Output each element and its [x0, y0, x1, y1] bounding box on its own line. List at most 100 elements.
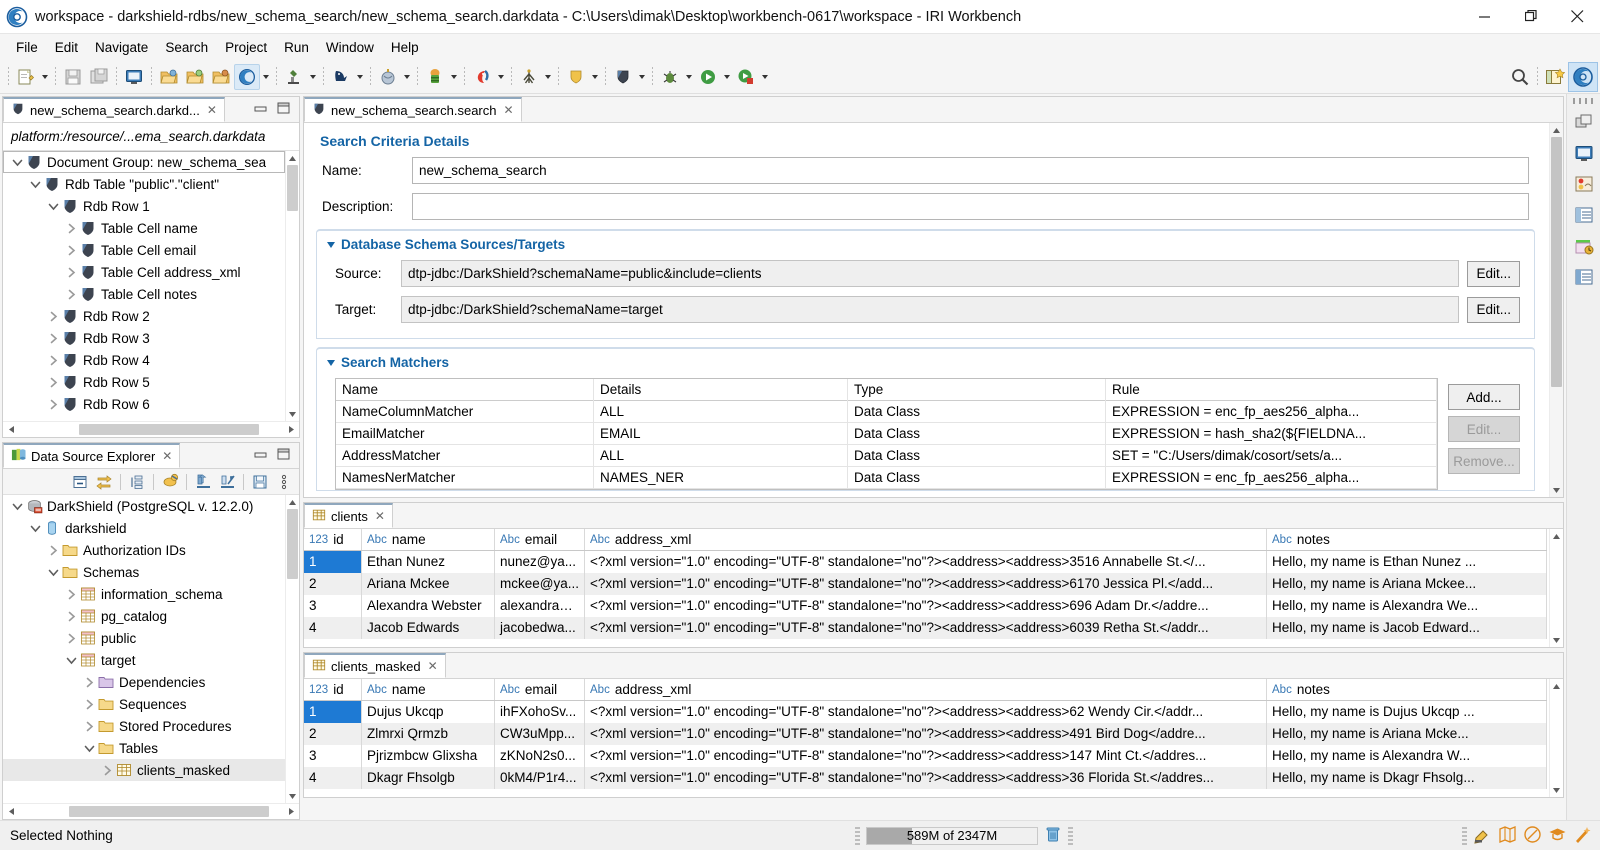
filter-icon[interactable] — [126, 471, 148, 493]
tree-item[interactable]: Table Cell address_xml — [3, 261, 285, 283]
grid-column-header[interactable]: 123id — [304, 679, 362, 700]
save-all-icon[interactable] — [86, 64, 112, 90]
drag-handle[interactable] — [855, 827, 860, 845]
tree-item[interactable]: Rdb Row 2 — [3, 305, 285, 327]
grid-cell[interactable]: Dkagr Fhsolgb — [362, 767, 495, 789]
tree-dropdown-arrow[interactable] — [542, 65, 554, 89]
tree-item[interactable]: Table Cell notes — [3, 283, 285, 305]
grid-row[interactable]: 3Pjrizmbcw GlixshazKNoN2s0...<?xml versi… — [304, 745, 1547, 767]
grid-column-header[interactable]: Abcemail — [495, 679, 585, 700]
tree-item[interactable]: clients_masked — [3, 759, 285, 781]
darkshield-icon[interactable] — [234, 64, 260, 90]
export-icon[interactable] — [216, 471, 238, 493]
chevron-down-icon[interactable] — [9, 154, 25, 170]
tree-item[interactable]: Rdb Row 5 — [3, 371, 285, 393]
grid-row[interactable]: 3Alexandra Websteralexandraw...<?xml ver… — [304, 595, 1547, 617]
scrollbar-thumb[interactable] — [1551, 137, 1562, 387]
open-folder-2-icon[interactable] — [182, 64, 208, 90]
grid-column-header[interactable]: Abcaddress_xml — [585, 529, 1267, 550]
grid-cell[interactable]: 3 — [304, 595, 362, 617]
tree-item[interactable]: pg_catalog — [3, 605, 285, 627]
run-lock-dropdown-arrow[interactable] — [759, 65, 771, 89]
clients-grid-body[interactable]: 123idAbcnameAbcemailAbcaddress_xmlAbcnot… — [304, 529, 1563, 647]
grid-cell[interactable]: <?xml version="1.0" encoding="UTF-8" sta… — [585, 745, 1267, 767]
tree-item[interactable]: Table Cell name — [3, 217, 285, 239]
scroll-up-icon[interactable] — [286, 495, 300, 509]
grid-cell[interactable]: Ethan Nunez — [362, 551, 495, 573]
console-view-icon[interactable] — [1571, 140, 1597, 166]
debug-icon[interactable] — [657, 64, 683, 90]
add-matcher-button[interactable]: Add... — [1448, 384, 1520, 410]
scrollbar-track[interactable] — [1551, 543, 1562, 633]
tree-item[interactable]: Tables — [3, 737, 285, 759]
tree-item[interactable]: DarkShield (PostgreSQL v. 12.2.0) — [3, 495, 285, 517]
tree-item[interactable]: Document Group: new_schema_sea — [3, 151, 285, 173]
scroll-down-icon[interactable] — [1550, 783, 1564, 797]
scrollbar-track[interactable] — [1551, 693, 1562, 783]
grid-cell[interactable]: Hello, my name is Alexandra We... — [1267, 595, 1547, 617]
grid-cell[interactable]: Jacob Edwards — [362, 617, 495, 639]
clients-vertical-scrollbar[interactable] — [1549, 529, 1563, 647]
grid-cell[interactable]: 4 — [304, 767, 362, 789]
bird-dropdown-arrow[interactable] — [354, 65, 366, 89]
tree-item[interactable]: Rdb Row 6 — [3, 393, 285, 415]
tree-item[interactable]: Sequences — [3, 693, 285, 715]
scroll-right-icon[interactable] — [283, 425, 299, 434]
chevron-right-icon[interactable] — [63, 630, 79, 646]
tree-item[interactable]: Table Cell email — [3, 239, 285, 261]
chevron-right-icon[interactable] — [45, 330, 61, 346]
tab-new-schema-search-darkdata[interactable]: new_schema_search.darkd... ✕ — [3, 97, 225, 122]
dark-shield-icon[interactable] — [610, 64, 636, 90]
edit-source-button[interactable]: Edit... — [1467, 261, 1520, 287]
map-icon[interactable] — [1498, 825, 1517, 847]
scrollbar-track[interactable] — [287, 211, 298, 407]
tree-item[interactable]: Rdb Row 3 — [3, 327, 285, 349]
data-output-view-icon[interactable] — [1571, 202, 1597, 228]
matchers-table-row[interactable]: NamesNerMatcherNAMES_NERData ClassEXPRES… — [336, 467, 1437, 489]
chevron-down-icon[interactable] — [327, 360, 335, 366]
minimize-view-icon[interactable] — [254, 102, 268, 117]
link-with-editor-icon[interactable] — [93, 471, 115, 493]
tree-item[interactable]: Stored Procedures — [3, 715, 285, 737]
grid-row[interactable]: 1Dujus UkcqpihFXohoSv...<?xml version="1… — [304, 701, 1547, 723]
chevron-down-icon[interactable] — [27, 176, 43, 192]
grid-row[interactable]: 1Ethan Nuneznunez@ya...<?xml version="1.… — [304, 551, 1547, 573]
menu-window[interactable]: Window — [318, 37, 382, 58]
open-perspective-icon[interactable] — [1542, 64, 1568, 90]
grid-cell[interactable]: <?xml version="1.0" encoding="UTF-8" sta… — [585, 573, 1267, 595]
red-fish-icon[interactable] — [469, 64, 495, 90]
chevron-right-icon[interactable] — [45, 396, 61, 412]
open-folder-3-icon[interactable] — [208, 64, 234, 90]
red-fish-dropdown-arrow[interactable] — [495, 65, 507, 89]
chevron-right-icon[interactable] — [63, 586, 79, 602]
graduation-icon[interactable] — [1548, 825, 1567, 847]
scroll-left-icon[interactable] — [3, 807, 19, 816]
chevron-right-icon[interactable] — [81, 696, 97, 712]
database-monitor-icon[interactable] — [1571, 171, 1597, 197]
view-menu-icon[interactable] — [273, 471, 295, 493]
edit-target-button[interactable]: Edit... — [1467, 297, 1520, 323]
scroll-up-icon[interactable] — [1550, 679, 1564, 693]
chevron-down-icon[interactable] — [45, 564, 61, 580]
grid-cell[interactable]: alexandraw... — [495, 595, 585, 617]
navigator-horizontal-scrollbar[interactable] — [3, 421, 299, 437]
grid-cell[interactable]: Hello, my name is Ethan Nunez ... — [1267, 551, 1547, 573]
grid-cell[interactable]: 4 — [304, 617, 362, 639]
grid-cell[interactable]: Alexandra Webster — [362, 595, 495, 617]
tab-clients-masked[interactable]: clients_masked ✕ — [304, 653, 446, 678]
minimize-view-icon[interactable] — [254, 448, 268, 463]
tree-item[interactable]: Schemas — [3, 561, 285, 583]
search-icon[interactable] — [1507, 64, 1533, 90]
console-icon[interactable] — [121, 64, 147, 90]
chevron-down-icon[interactable] — [63, 652, 79, 668]
grid-cell[interactable]: <?xml version="1.0" encoding="UTF-8" sta… — [585, 551, 1267, 573]
scroll-right-icon[interactable] — [283, 807, 299, 816]
grid-row[interactable]: 2Zlmrxi QrmzbCW3uMpp...<?xml version="1.… — [304, 723, 1547, 745]
grid-cell[interactable]: Hello, my name is Jacob Edward... — [1267, 617, 1547, 639]
grid-cell[interactable]: CW3uMpp... — [495, 723, 585, 745]
import-icon[interactable] — [192, 471, 214, 493]
grid-cell[interactable]: Zlmrxi Qrmzb — [362, 723, 495, 745]
save-icon[interactable] — [60, 64, 86, 90]
grid-cell[interactable]: Hello, my name is Ariana Mcke... — [1267, 723, 1547, 745]
scroll-down-icon[interactable] — [1550, 483, 1564, 497]
